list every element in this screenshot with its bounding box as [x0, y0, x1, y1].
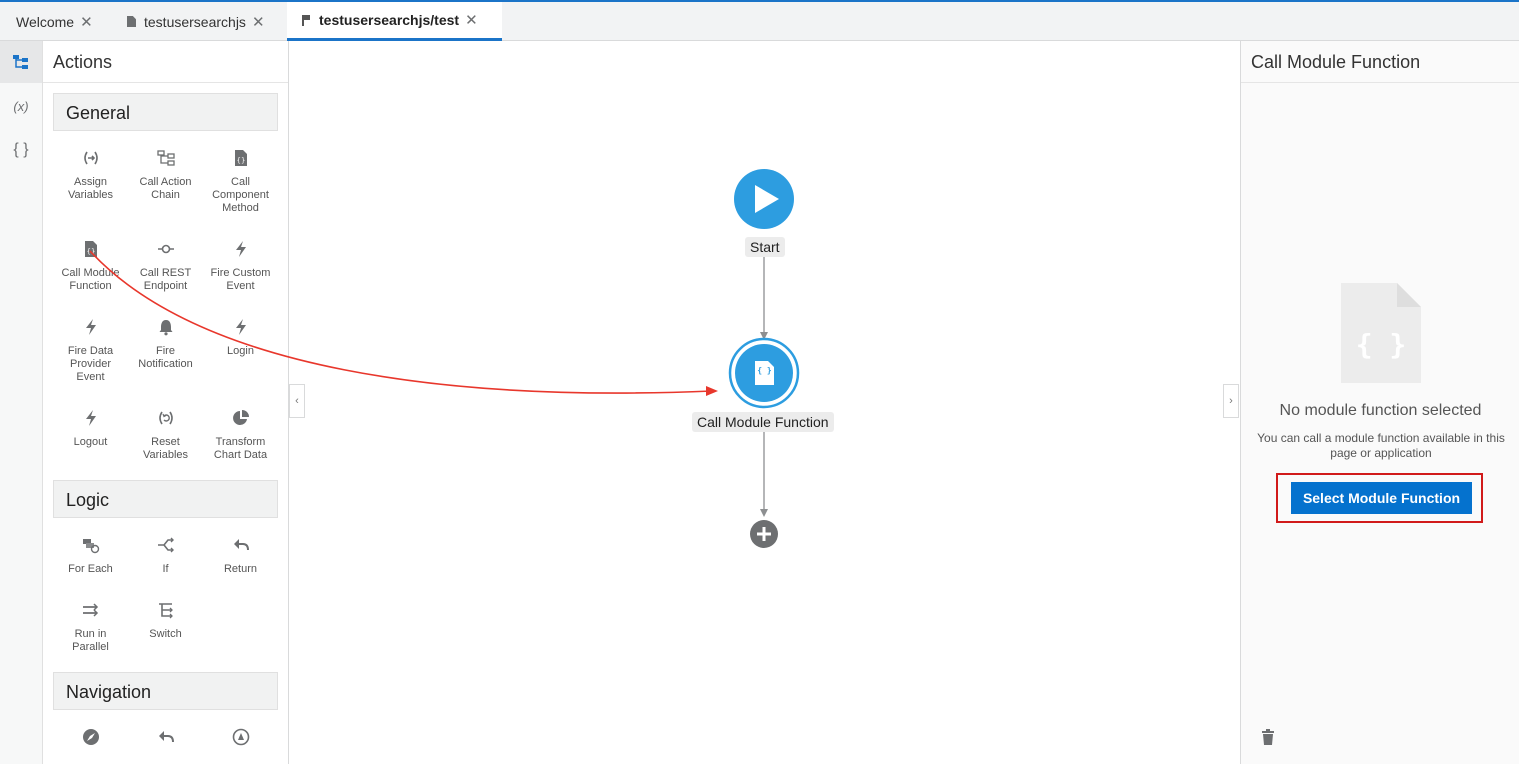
return-icon: [233, 539, 249, 551]
tab-label: Welcome: [16, 13, 75, 30]
empty-state-description: You can call a module function available…: [1257, 431, 1505, 460]
svg-text:{}: {}: [86, 248, 95, 256]
switch-icon: [158, 603, 173, 619]
palette-item-call-action-chain[interactable]: Call Action Chain: [128, 149, 203, 202]
flag-icon: [302, 14, 311, 26]
palette-item-run-in-parallel[interactable]: Run in Parallel: [53, 601, 128, 654]
tab-bar: Welcome ✕ testusersearchjs ✕ testusersea…: [0, 0, 1519, 41]
flow-diagram: [728, 169, 800, 548]
lightning-icon: [235, 241, 246, 257]
compass-icon: [82, 729, 99, 745]
tab-label: testusersearchjs: [144, 13, 246, 30]
section-navigation[interactable]: Navigation: [53, 672, 278, 710]
palette-item-fire-custom-event[interactable]: Fire Custom Event: [203, 240, 278, 293]
palette-item-login[interactable]: Login: [203, 318, 278, 358]
add-action-button[interactable]: [750, 520, 778, 548]
lightning-icon: [85, 410, 96, 426]
app-window: Welcome ✕ testusersearchjs ✕ testusersea…: [0, 0, 1519, 764]
tab-testusersearchjs-test[interactable]: testusersearchjs/test ✕: [287, 2, 502, 41]
section-logic[interactable]: Logic: [53, 480, 278, 518]
divider: [1241, 82, 1519, 83]
rail-actions-button[interactable]: [0, 41, 42, 83]
palette-item-call-module-function[interactable]: {} Call Module Function: [53, 240, 128, 293]
navigate-icon: [232, 728, 249, 746]
parallel-icon: [82, 603, 98, 617]
variables-icon: (x): [13, 98, 29, 114]
highlight-box: Select Module Function: [1276, 473, 1483, 523]
palette-item-transform-chart-data[interactable]: Transform Chart Data: [203, 409, 278, 462]
palette-item-for-each[interactable]: For Each: [53, 536, 128, 576]
module-function-icon: {}: [84, 241, 97, 257]
palette-title: Actions: [53, 52, 113, 72]
placeholder-glyph: { }: [1355, 328, 1407, 361]
close-icon[interactable]: ✕: [80, 13, 93, 31]
palette-item-return[interactable]: Return: [203, 536, 278, 576]
divider: [43, 82, 288, 83]
tab-testusersearchjs[interactable]: testusersearchjs ✕: [112, 2, 284, 41]
start-node-label: Start: [745, 237, 785, 257]
trash-icon[interactable]: [1261, 729, 1275, 745]
left-icon-rail: (x) { }: [0, 41, 43, 764]
palette-item-assign-variables[interactable]: Assign Variables: [53, 149, 128, 202]
palette-item-logout[interactable]: Logout: [53, 409, 128, 449]
empty-state-title: No module function selected: [1279, 402, 1482, 419]
palette-item-fire-notification[interactable]: Fire Notification: [128, 318, 203, 371]
section-general[interactable]: General: [53, 93, 278, 131]
node-glyph: { }: [757, 366, 772, 375]
if-icon: [157, 537, 174, 553]
select-module-function-button[interactable]: Select Module Function: [1291, 482, 1472, 514]
action-chain-icon: [13, 55, 28, 69]
palette-item-navigation-3[interactable]: [203, 728, 278, 746]
lightning-icon: [85, 319, 96, 335]
panel-title: Call Module Function: [1251, 52, 1421, 72]
action-chain-canvas[interactable]: ‹ › {} Start Call Module Function: [289, 41, 1240, 764]
rail-json-button[interactable]: { }: [0, 129, 42, 171]
palette-item-fire-data-provider-event[interactable]: Fire Data Provider Event: [53, 318, 128, 384]
palette-item-navigation-1[interactable]: [53, 728, 128, 746]
braces-icon: { }: [13, 141, 29, 158]
palette-item-switch[interactable]: Switch: [128, 601, 203, 641]
rail-variables-button[interactable]: (x): [0, 85, 42, 127]
back-icon: [158, 731, 174, 743]
properties-panel: Call Module Function { } No module funct…: [1240, 41, 1519, 764]
actions-palette: Actions General Assign Variables Call Ac…: [43, 41, 289, 764]
assign-variables-icon: [83, 151, 98, 165]
bell-icon: [159, 320, 172, 336]
start-node[interactable]: [734, 169, 794, 229]
pie-chart-icon: [232, 410, 249, 425]
connector-arrow: [760, 509, 768, 517]
close-icon[interactable]: ✕: [252, 13, 265, 31]
tab-label: testusersearchjs/test: [319, 12, 460, 28]
lightning-icon: [235, 319, 246, 335]
palette-item-if[interactable]: If: [128, 536, 203, 576]
palette-item-call-component-method[interactable]: {} Call Component Method: [203, 149, 278, 215]
rest-endpoint-icon: [157, 244, 174, 254]
reset-icon: [158, 411, 173, 425]
file-icon: [127, 16, 136, 27]
node-label: Call Module Function: [692, 412, 834, 432]
palette-item-reset-variables[interactable]: Reset Variables: [128, 409, 203, 462]
palette-item-navigation-2[interactable]: [128, 728, 203, 746]
close-icon[interactable]: ✕: [465, 11, 478, 29]
component-method-icon: {}: [234, 150, 247, 166]
svg-text:{}: {}: [236, 157, 245, 165]
for-each-icon: [82, 539, 99, 554]
action-chain-icon: [156, 150, 175, 166]
palette-item-call-rest-endpoint[interactable]: Call REST Endpoint: [128, 240, 203, 293]
tab-welcome[interactable]: Welcome ✕: [0, 2, 110, 41]
